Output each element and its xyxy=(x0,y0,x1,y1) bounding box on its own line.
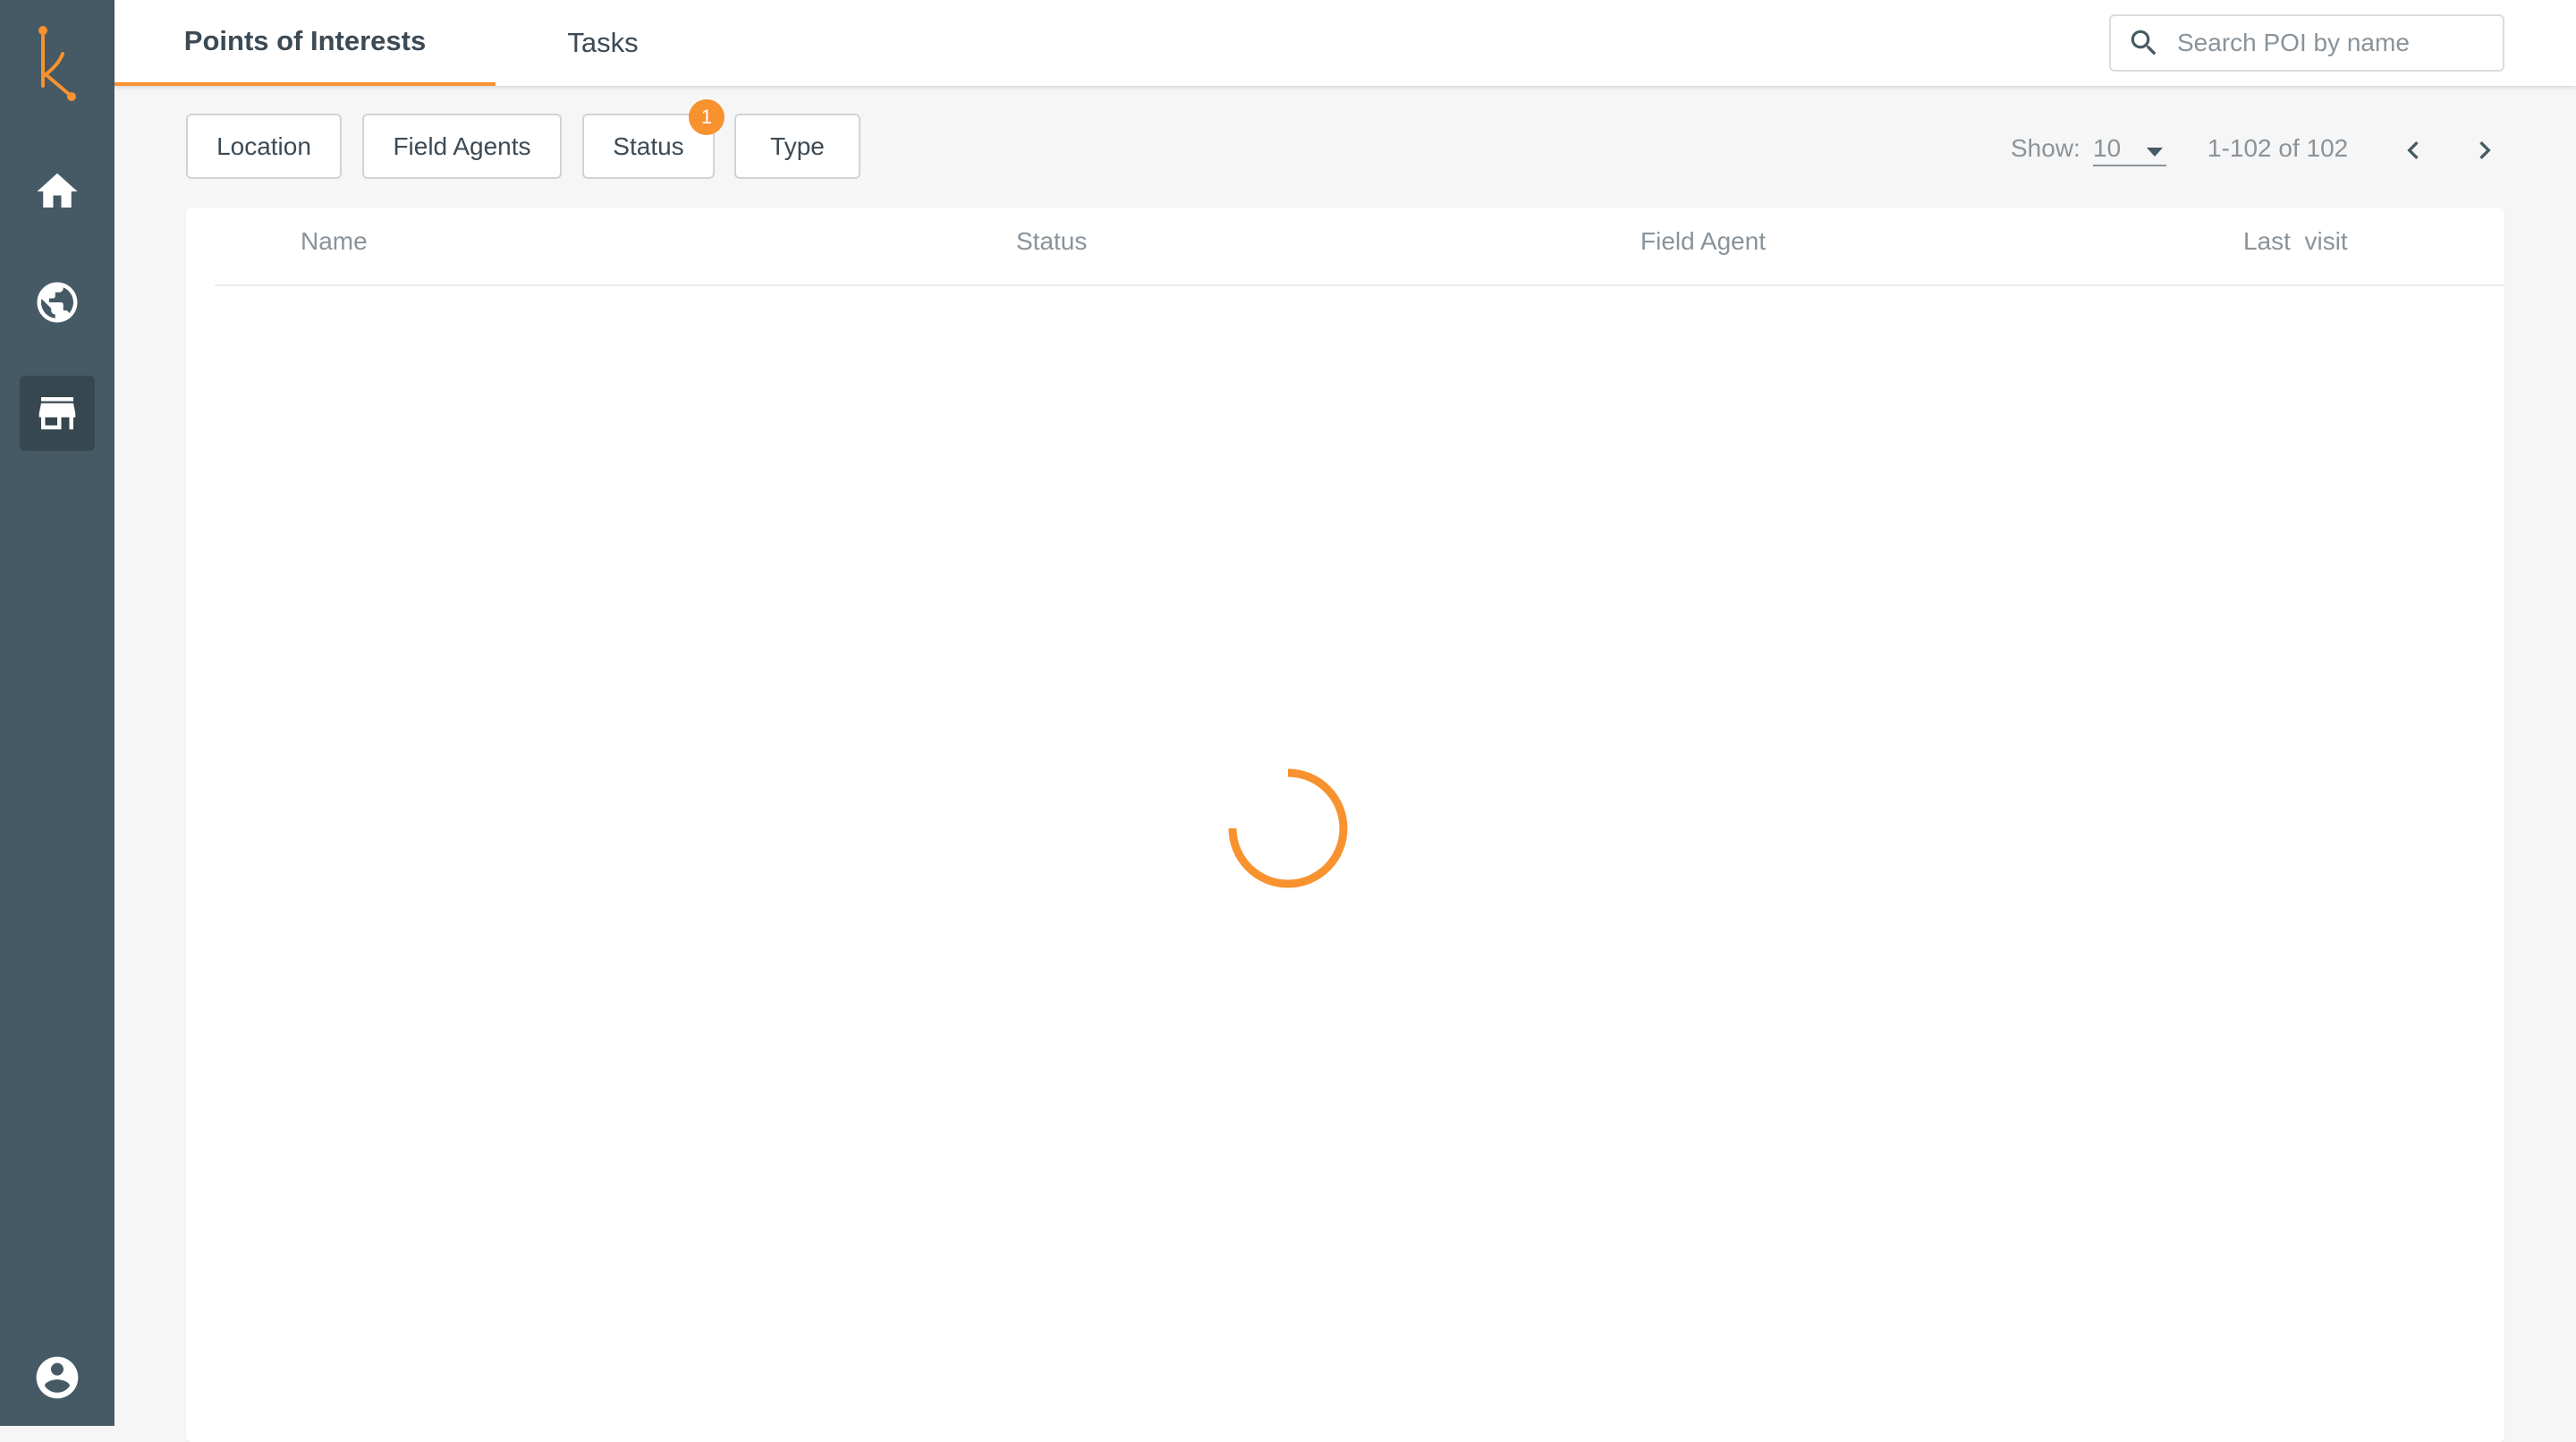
next-page-button[interactable] xyxy=(2467,132,2503,168)
home-icon xyxy=(37,173,78,208)
store-icon xyxy=(38,397,76,429)
caret-down-icon xyxy=(2147,148,2163,157)
page-size-value: 10 xyxy=(2093,134,2122,162)
column-header-last-visit[interactable]: Last visit xyxy=(2243,227,2348,256)
filter-field-agents-button[interactable]: Field Agents xyxy=(362,114,562,179)
table-header-divider xyxy=(215,284,2504,286)
globe-icon xyxy=(37,282,78,323)
search-input[interactable] xyxy=(2177,29,2499,57)
filter-location-button[interactable]: Location xyxy=(186,114,342,179)
chevron-left-icon xyxy=(2407,141,2419,159)
account-circle-icon xyxy=(36,1356,79,1399)
nav-home[interactable] xyxy=(20,154,95,229)
chevron-right-icon xyxy=(2479,141,2491,159)
search-icon xyxy=(2131,30,2157,55)
column-header-name[interactable]: Name xyxy=(301,227,368,256)
page-size-select[interactable]: 10 xyxy=(2093,134,2166,166)
account-button[interactable] xyxy=(32,1353,82,1403)
column-header-field-agent[interactable]: Field Agent xyxy=(1640,227,1766,256)
app-logo xyxy=(38,26,76,101)
loading-spinner xyxy=(1228,768,1348,888)
previous-page-button[interactable] xyxy=(2395,132,2431,168)
tab-points-of-interests[interactable]: Points of Interests xyxy=(114,0,496,86)
nav-globe[interactable] xyxy=(20,265,95,340)
search-box xyxy=(2109,14,2504,72)
sidebar xyxy=(0,0,114,1426)
pagination-range: 1-102 of 102 xyxy=(2207,134,2349,162)
filter-type-button[interactable]: Type xyxy=(734,114,860,179)
status-filter-count-badge: 1 xyxy=(689,99,724,135)
column-header-status[interactable]: Status xyxy=(1016,227,1087,256)
tab-tasks[interactable]: Tasks xyxy=(496,0,710,86)
nav-store[interactable] xyxy=(20,376,95,451)
page-size-label: Show: xyxy=(2011,134,2080,162)
